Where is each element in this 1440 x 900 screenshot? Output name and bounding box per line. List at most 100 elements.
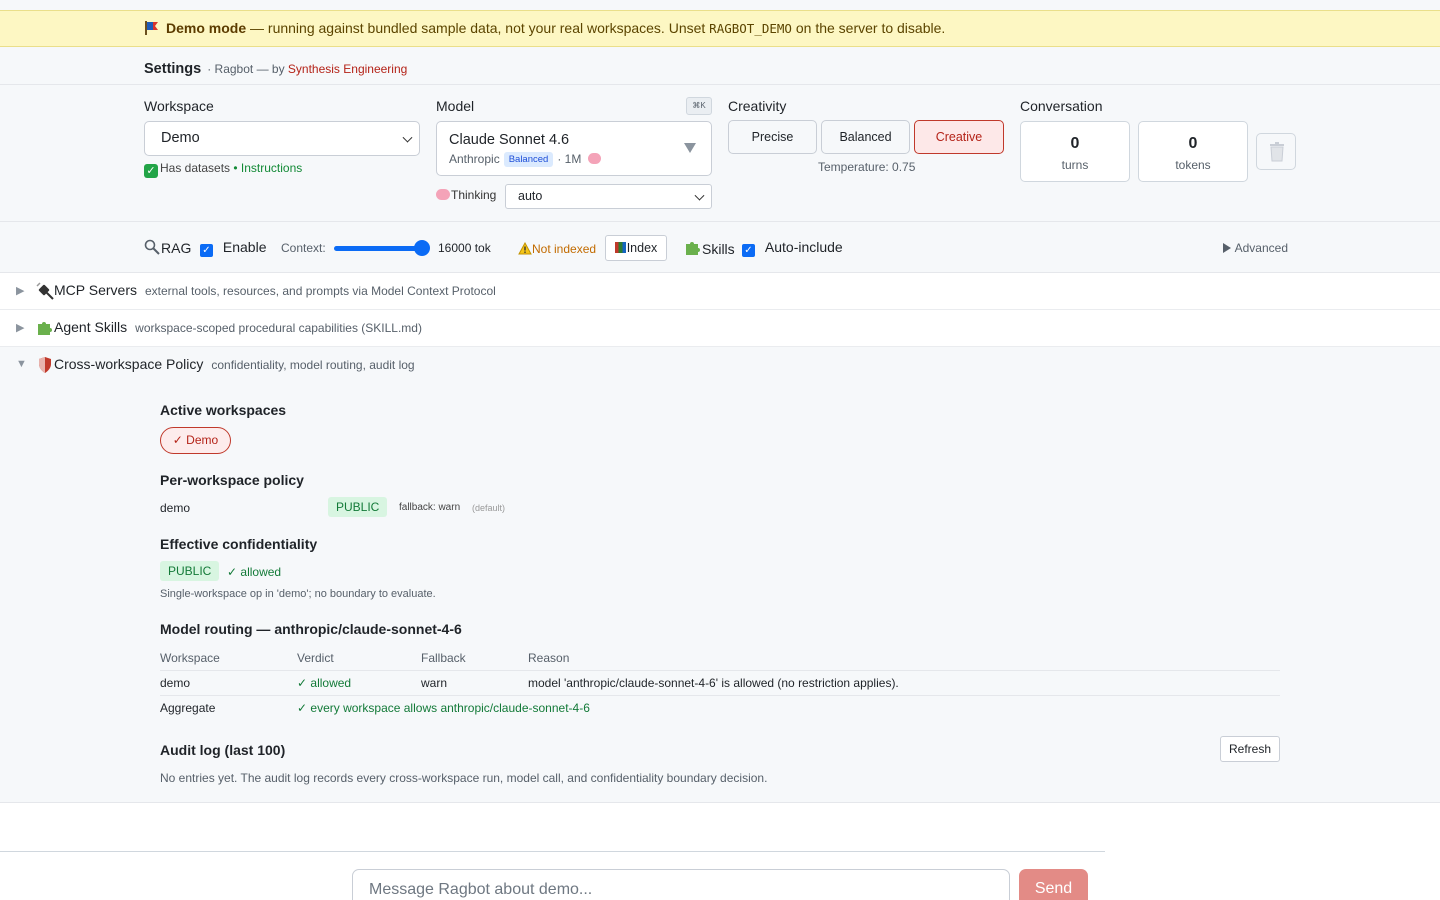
warning-icon [518, 241, 532, 255]
model-name: Claude Sonnet 4.6 [449, 132, 570, 148]
skills-group: Skills [684, 239, 735, 257]
section-cross-workspace-policy[interactable]: ▼ Cross-workspace Policy confidentiality,… [0, 347, 1440, 384]
turns-label: turns [1061, 158, 1089, 172]
index-status: Not indexed [518, 240, 596, 256]
aggregate-value: ✓ every workspace allows anthropic/claud… [297, 701, 590, 715]
check-icon: ✓ [144, 164, 158, 178]
dropdown-triangle-icon [684, 143, 696, 153]
magnifier-icon [144, 239, 160, 255]
policy-ws-default: (default) [472, 503, 506, 513]
auto-include-checkbox[interactable]: ✓ [742, 244, 755, 257]
books-icon [614, 242, 626, 253]
message-input[interactable]: Message Ragbot about demo... [352, 869, 1010, 900]
routing-col-fallback: Fallback [421, 651, 466, 665]
model-meta: Anthropic Balanced · 1M [449, 152, 699, 167]
section-title-text: MCP Servers [54, 282, 137, 298]
settings-subtitle: · Ragbot — by [207, 62, 288, 76]
model-select[interactable]: Claude Sonnet 4.6 Anthropic Balanced · 1M [436, 121, 712, 176]
routing-cell-verdict: ✓ allowed [297, 676, 352, 690]
has-datasets-label: Has datasets [160, 161, 231, 175]
table-divider [160, 695, 1280, 696]
model-routing-heading: Model routing — anthropic/claude-sonnet-… [160, 621, 462, 637]
per-workspace-heading: Per-workspace policy [160, 472, 304, 488]
workspace-select[interactable]: Demo [144, 121, 420, 156]
workspace-selected: Demo [161, 130, 200, 146]
tokens-label: tokens [1175, 158, 1211, 172]
turns-card: 0 turns [1020, 121, 1130, 182]
puzzle-icon [38, 322, 52, 335]
puzzle-icon [686, 242, 700, 255]
policy-ws-fallback: fallback: warn [399, 502, 461, 513]
advanced-label: Advanced [1234, 241, 1288, 255]
workspace-label: Workspace [144, 98, 214, 114]
plug-icon [36, 282, 54, 300]
section-mcp-servers[interactable]: ▶ MCP Servers external tools, resources, … [0, 273, 1440, 310]
caret-right-icon: ▶ [16, 285, 25, 297]
audit-log-heading: Audit log (last 100) [160, 742, 286, 758]
brand-link[interactable]: Synthesis Engineering [288, 62, 407, 76]
routing-cell-workspace: demo [160, 676, 191, 690]
settings-panel: Settings · Ragbot — by Synthesis Engineer… [0, 47, 1440, 221]
thinking-select[interactable]: auto [505, 184, 712, 209]
section-title-text: Cross-workspace Policy [54, 356, 204, 372]
model-label: Model [436, 98, 475, 114]
creativity-creative-button[interactable]: Creative [914, 120, 1004, 154]
routing-col-workspace: Workspace [160, 651, 220, 665]
clear-conversation-button[interactable] [1256, 133, 1296, 170]
brain-icon [587, 153, 601, 164]
context-value: 16000 tok [438, 241, 491, 255]
settings-header: Settings · Ragbot — by Synthesis Engineer… [144, 61, 407, 77]
section-title-text: Agent Skills [54, 319, 128, 335]
creativity-label: Creativity [728, 98, 787, 114]
section-agent-skills[interactable]: ▶ Agent Skills workspace-scoped procedura… [0, 310, 1440, 347]
table-divider [160, 670, 1280, 671]
send-button[interactable]: Send [1019, 869, 1088, 900]
rag-enable-group: ✓ Enable [200, 239, 266, 257]
banner-text-after: on the server to disable. [791, 20, 946, 36]
context-label: Context: [281, 241, 326, 255]
chevron-down-icon [694, 190, 705, 201]
skills-label: Skills [702, 241, 735, 257]
effective-level-badge: PUBLIC [160, 561, 220, 581]
banner-text-before: — running against bundled sample data, n… [246, 20, 710, 36]
tokens-value: 0 [1188, 135, 1198, 152]
section-title: Cross-workspace Policy confidentiality, m… [54, 356, 415, 372]
section-title: Agent Skills workspace-scoped procedural … [54, 319, 422, 335]
rag-group: RAG [144, 239, 191, 256]
routing-cell-reason: model 'anthropic/claude-sonnet-4-6' is a… [528, 676, 899, 690]
composer-divider [0, 851, 1105, 852]
creativity-balanced-button[interactable]: Balanced [821, 120, 910, 154]
context-slider-thumb[interactable] [414, 240, 430, 256]
advanced-toggle[interactable]: Advanced [1222, 241, 1288, 255]
section-title: MCP Servers external tools, resources, an… [54, 282, 496, 298]
banner-env-var: RAGBOT_DEMO [709, 21, 792, 36]
policy-ws-name: demo [160, 501, 191, 515]
settings-title: Settings [144, 61, 202, 77]
rag-enable-checkbox[interactable]: ✓ [200, 244, 213, 257]
routing-cell-fallback: warn [421, 676, 448, 690]
caret-right-icon: ▶ [16, 322, 25, 334]
shield-icon [39, 357, 51, 373]
routing-col-verdict: Verdict [297, 651, 334, 665]
policy-panel: Active workspaces ✓ Demo Per-workspace p… [0, 383, 1440, 803]
instructions-link[interactable]: Instructions [241, 161, 302, 175]
chevron-down-icon [402, 132, 413, 143]
policy-ws-level-badge: PUBLIC [328, 497, 388, 517]
refresh-button[interactable]: Refresh [1220, 736, 1280, 762]
routing-col-reason: Reason [528, 651, 570, 665]
creativity-precise-button[interactable]: Precise [728, 120, 817, 154]
audit-log-empty: No entries yet. The audit log records ev… [160, 771, 768, 785]
thinking-label: Thinking [451, 188, 497, 202]
auto-include-group: ✓ Auto-include [742, 239, 843, 257]
rag-label: RAG [161, 240, 192, 256]
flag-icon [144, 14, 162, 35]
active-workspace-pill[interactable]: ✓ Demo [160, 427, 231, 454]
model-tier-badge: Balanced [503, 152, 554, 167]
index-button[interactable]: Index [605, 235, 667, 261]
top-strip [0, 0, 1440, 10]
tokens-card: 0 tokens [1138, 121, 1248, 182]
model-shortcut-badge: ⌘K [686, 97, 712, 115]
active-workspaces-heading: Active workspaces [160, 402, 287, 418]
caret-right-icon [1222, 243, 1231, 253]
caret-down-icon: ▼ [16, 358, 27, 370]
